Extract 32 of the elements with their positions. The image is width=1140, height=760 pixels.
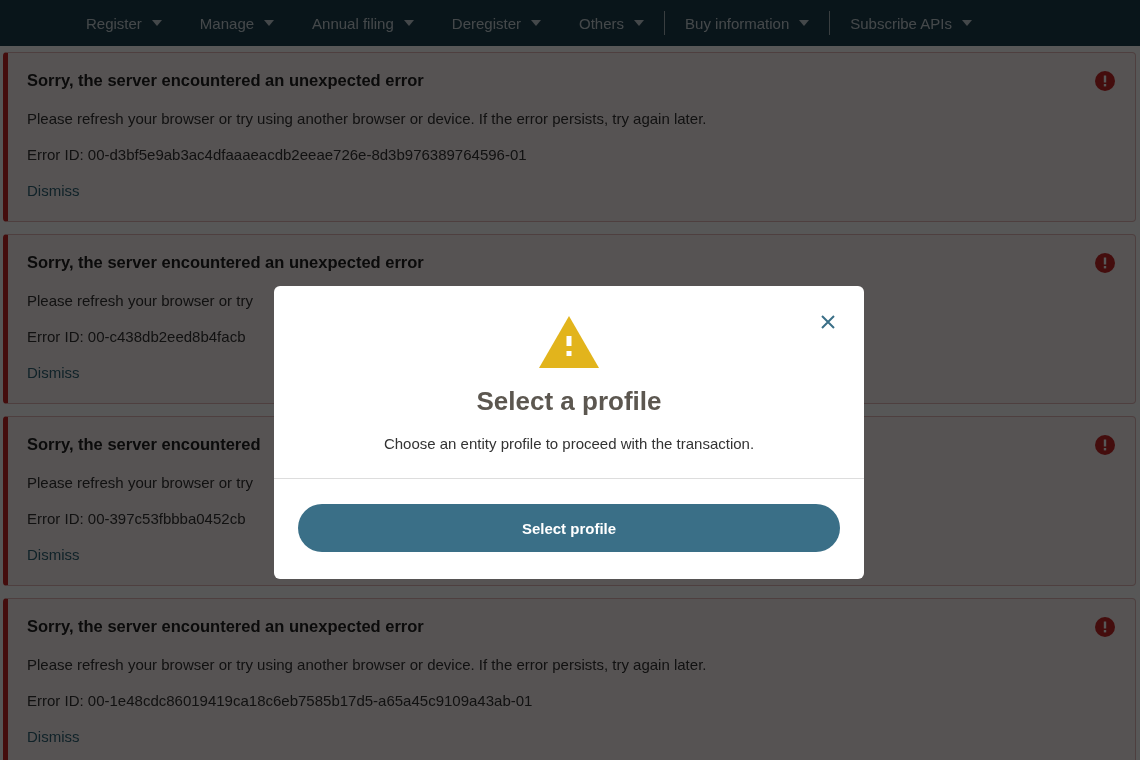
error-id: Error ID: 00-397c53fbbba0452cb [27,510,246,527]
error-icon [1095,71,1115,91]
error-id: Error ID: 00-c438db2eed8b4facb [27,328,246,345]
alert-title: Sorry, the server encountered [27,435,261,454]
alert-message: Please refresh your browser or try using another browser or device. If the error persists, try again later. [27,110,707,127]
dismiss-link[interactable]: Dismiss [27,546,80,563]
caret-icon [403,20,414,26]
caret-icon [151,20,162,26]
alert-message: Please refresh your browser or try [27,474,253,491]
modal-title: Select a profile [476,386,662,417]
alert-title: Sorry, the server encountered an unexpected error [27,617,424,636]
error-icon [1095,253,1115,273]
error-icon [1095,617,1115,637]
error-id: Error ID: 00-1e48cdc86019419ca18c6eb7585b17d5-a65a45c9109a43ab-01 [27,692,533,709]
caret-icon [799,20,810,26]
alert-message: Please refresh your browser or try [27,292,253,309]
caret-icon [264,20,275,26]
warning-icon [539,316,599,368]
dismiss-link[interactable]: Dismiss [27,728,80,745]
alert-title: Sorry, the server encountered an unexpected error [27,253,424,272]
caret-icon [531,20,541,26]
error-icon [1095,435,1115,455]
select-profile-button[interactable]: Select profile [298,504,840,552]
alert-message: Please refresh your browser or try using another browser or device. If the error persists, try again later. [27,656,707,673]
caret-icon [634,20,645,26]
alert-title: Sorry, the server encountered an unexpected error [27,71,424,90]
caret-icon [961,20,972,26]
modal-message: Choose an entity profile to proceed with the transaction. [383,435,755,452]
error-id: Error ID: 00-d3bf5e9ab3ac4dfaaaeacdb2eeae726e-8d3b976389764596-01 [27,146,527,163]
dismiss-link[interactable]: Dismiss [27,182,80,199]
close-button[interactable] [820,314,836,330]
dismiss-link[interactable]: Dismiss [27,364,80,381]
